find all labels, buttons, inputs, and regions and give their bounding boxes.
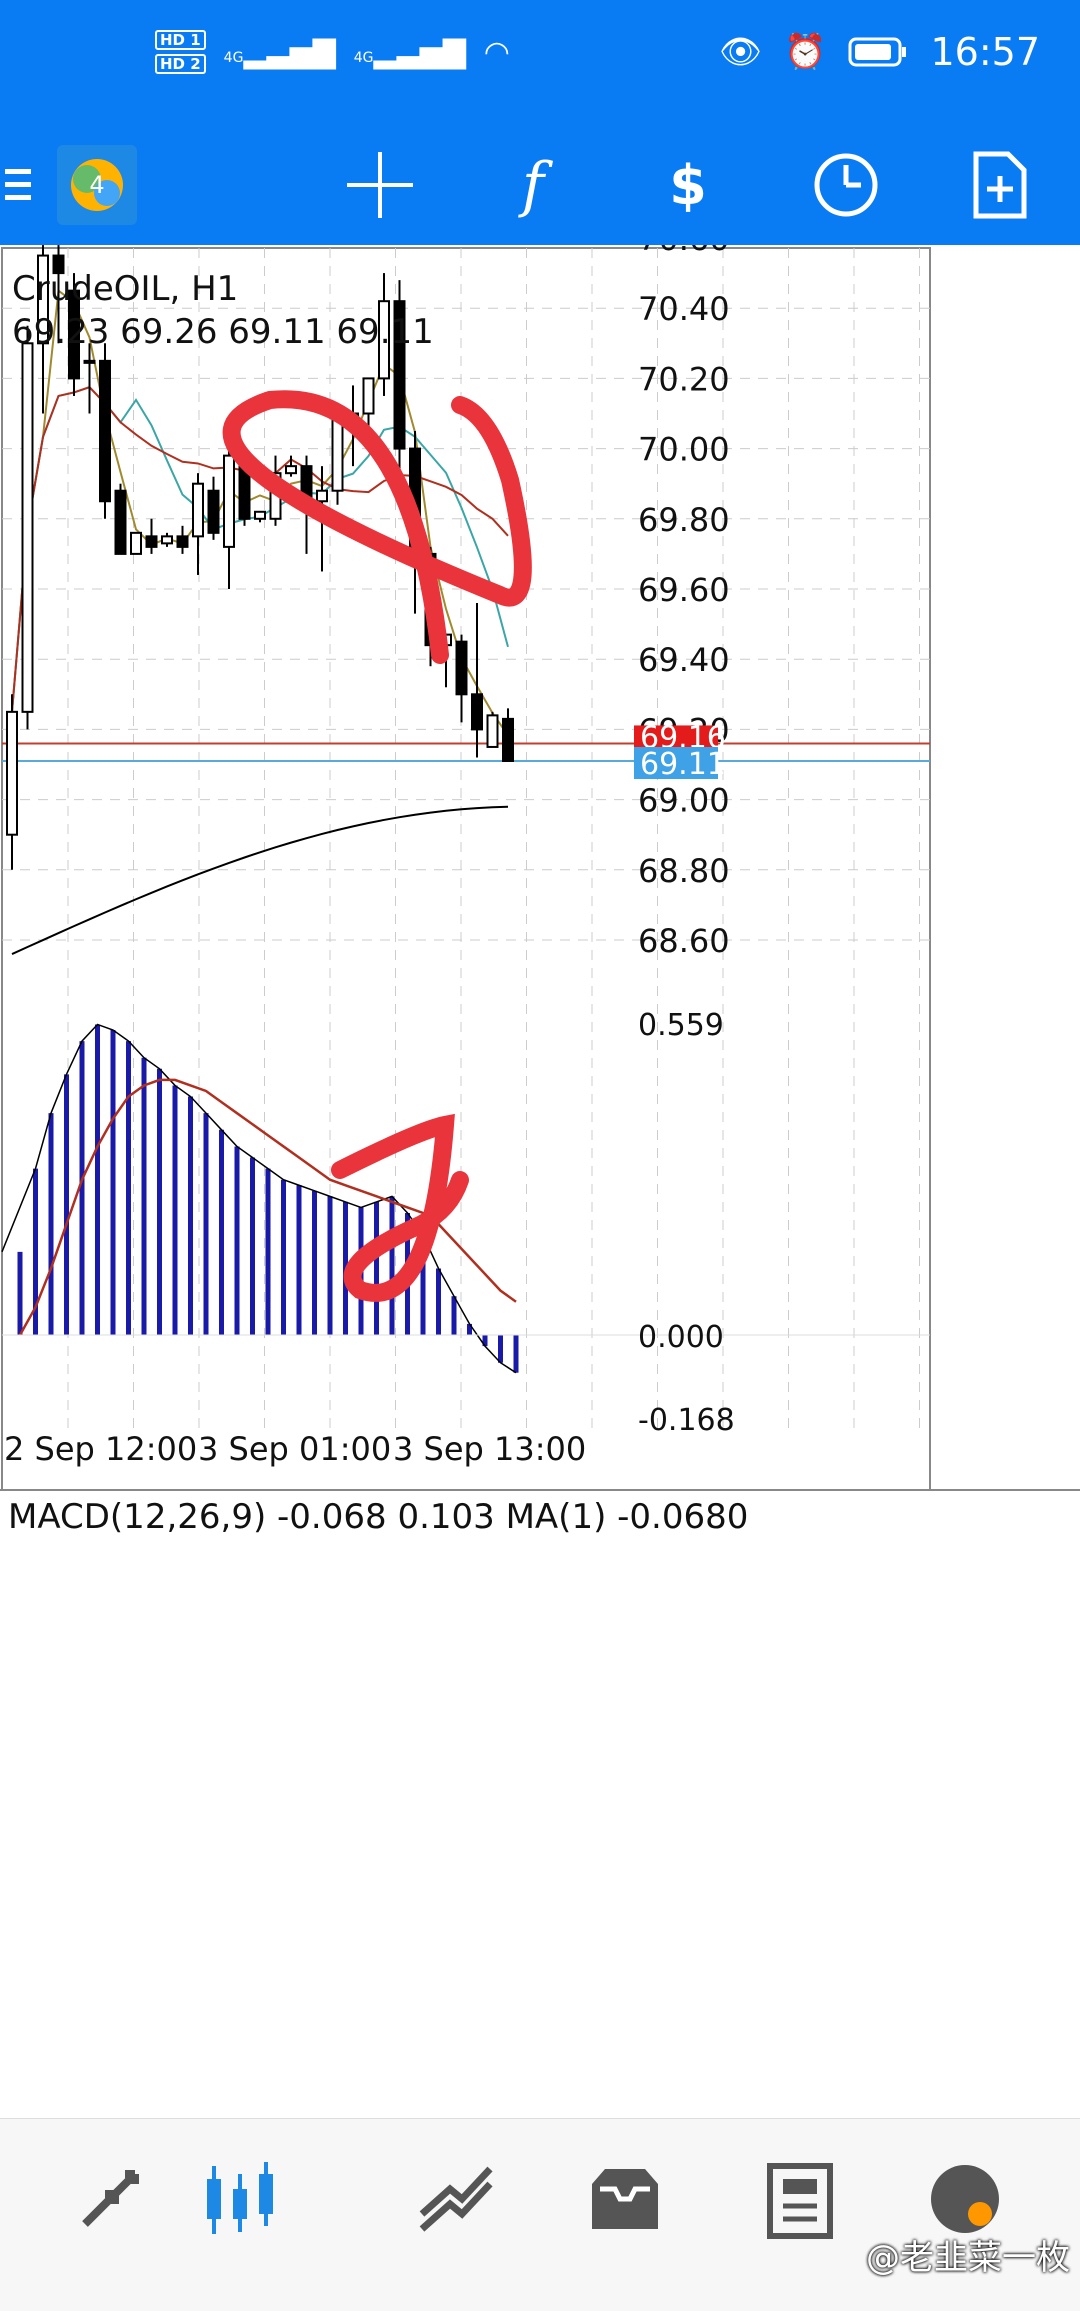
- candle-body: [6, 710, 18, 836]
- candle-body: [502, 717, 514, 762]
- function-icon[interactable]: f: [483, 125, 583, 245]
- price-axis: 70.6070.4070.2070.0069.8069.6069.4069.20…: [634, 245, 730, 960]
- candle-body: [223, 454, 235, 548]
- signal1-icon: 4G▂▃▅▇: [223, 34, 336, 70]
- crosshair-icon[interactable]: [330, 125, 430, 245]
- price-tick: 69.40: [638, 641, 730, 679]
- time-axis: 2 Sep 12:00 3 Sep 01:00 3 Sep 13:00: [4, 1430, 586, 1468]
- candle-body: [316, 489, 328, 503]
- price-tick: 69.00: [638, 782, 730, 820]
- alarm-icon: ⏰: [784, 32, 827, 72]
- candle-body: [161, 535, 173, 545]
- candle-body: [130, 531, 142, 555]
- signal2-icon: 4G▂▃▅▇: [353, 34, 466, 70]
- price-tick: 68.60: [638, 922, 730, 960]
- candle-body: [192, 482, 204, 538]
- candle-body: [486, 714, 499, 748]
- candle-body: [455, 640, 468, 696]
- clock: 16:57: [930, 30, 1040, 74]
- candle-body: [21, 342, 34, 713]
- news-icon: [767, 2163, 833, 2239]
- price-tick: 68.80: [638, 852, 730, 890]
- time-tick: 2 Sep 12:00: [4, 1430, 197, 1468]
- watermark: @老韭菜一枚: [866, 2238, 1070, 2278]
- wifi-icon: ◠: [483, 34, 510, 70]
- price-tick: 70.20: [638, 360, 730, 398]
- current-price-label: 69.11: [640, 747, 726, 782]
- chart-title: CrudeOIL, H1: [12, 269, 239, 309]
- hd1-badge: HD 1: [155, 30, 206, 50]
- macd-panel: [1, 1023, 930, 1374]
- nav-chart[interactable]: [180, 2149, 300, 2249]
- price-tick: 69.80: [638, 501, 730, 539]
- nav-trade[interactable]: [395, 2149, 515, 2249]
- price-tick: 69.60: [638, 571, 730, 609]
- moving-averages: [2, 288, 930, 955]
- toolbar: 4 f $: [0, 125, 1080, 245]
- status-right: 👁 ⏰ 16:57: [719, 30, 1040, 74]
- hd2-badge: HD 2: [155, 54, 206, 74]
- status-left: HD 1 HD 2 4G▂▃▅▇ 4G▂▃▅▇ ◠: [155, 30, 510, 74]
- candle-body: [207, 489, 220, 534]
- battery-icon: [848, 37, 907, 67]
- candle-body: [83, 359, 96, 364]
- candle-body: [145, 535, 158, 548]
- ma-mid-line: [11, 386, 509, 712]
- new-window-icon[interactable]: [950, 125, 1050, 245]
- annotation-circle: [222, 390, 532, 664]
- quotes-icon: [82, 2170, 139, 2227]
- metatrader-logo[interactable]: 4: [48, 125, 146, 245]
- chart-canvas[interactable]: 70.6070.4070.2070.0069.8069.6069.4069.20…: [0, 245, 1080, 2115]
- inbox-icon: [592, 2169, 658, 2229]
- candle-body: [471, 693, 483, 731]
- trade-tab-icon: [419, 2166, 493, 2232]
- chart-icon: [207, 2162, 273, 2234]
- annotation-mark: [331, 1113, 469, 1302]
- macd-label: MACD(12,26,9) -0.068 0.103 MA(1) -0.0680: [8, 1497, 749, 1537]
- candle-body: [176, 535, 189, 548]
- price-tick: 70.60: [638, 245, 730, 258]
- macd-tick: -0.168: [638, 1403, 735, 1438]
- svg-text:4: 4: [89, 171, 104, 199]
- macd-axis: 0.559 0.000 -0.168: [638, 1008, 735, 1438]
- eye-icon: 👁: [718, 32, 763, 72]
- trade-icon[interactable]: $: [638, 125, 738, 245]
- macd-tick: 0.000: [638, 1320, 724, 1355]
- candle-body: [254, 510, 266, 520]
- time-tick: 3 Sep 01:00: [198, 1430, 391, 1468]
- candle-body: [114, 489, 127, 555]
- nav-history[interactable]: [565, 2149, 685, 2249]
- ma-long-line: [11, 805, 509, 955]
- price-tick: 70.40: [638, 290, 730, 328]
- price-tick: 70.00: [638, 431, 730, 469]
- ohlc-readout: 69.23 69.26 69.11 69.11: [12, 312, 434, 352]
- candle-body: [285, 465, 297, 475]
- status-bar: HD 1 HD 2 4G▂▃▅▇ 4G▂▃▅▇ ◠ 👁 ⏰ 16:57: [0, 0, 1080, 125]
- menu-icon[interactable]: [0, 125, 40, 245]
- timeframe-icon[interactable]: [796, 125, 896, 245]
- chart-frame: [1, 247, 931, 1491]
- nav-quotes[interactable]: [50, 2149, 170, 2249]
- ma-slow-line: [11, 386, 509, 712]
- time-tick: 3 Sep 13:00: [393, 1430, 586, 1468]
- bottom-nav: [0, 2118, 1080, 2311]
- nav-news[interactable]: [740, 2149, 860, 2249]
- macd-tick: 0.559: [638, 1008, 724, 1043]
- candle-body: [362, 377, 375, 415]
- annotations: [222, 390, 532, 1302]
- candle-body: [99, 359, 111, 503]
